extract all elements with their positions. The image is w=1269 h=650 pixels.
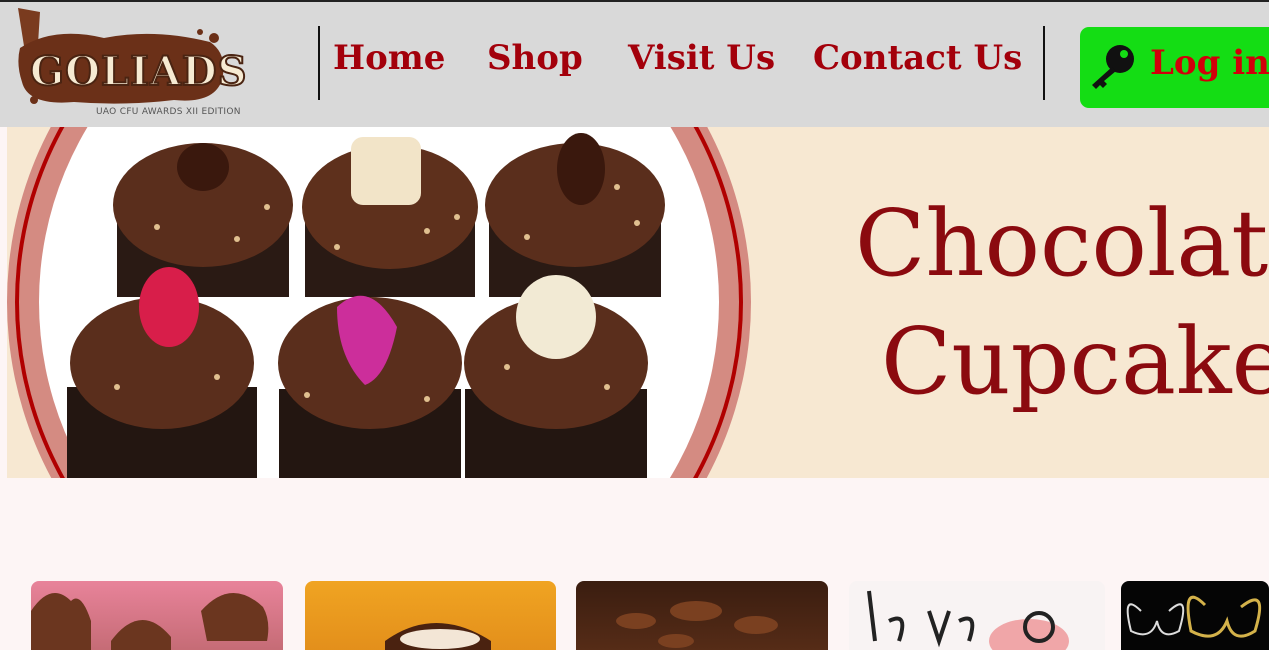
logo[interactable]: GOLIADS UAO CFU AWARDS XII EDITION — [14, 8, 247, 124]
product-card-2[interactable] — [305, 581, 556, 650]
nav-divider-left — [318, 26, 320, 100]
nav-divider-right — [1043, 26, 1045, 100]
hero-title: Chocolate Cupcakes — [855, 185, 1269, 421]
login-label: Log in — [1150, 43, 1269, 83]
product-image-2 — [385, 623, 491, 650]
site-header: GOLIADS UAO CFU AWARDS XII EDITION Home … — [0, 0, 1269, 127]
nav-home[interactable]: Home — [333, 38, 445, 78]
hero-title-line2: Cupcakes — [881, 308, 1269, 415]
logo-subtitle: UAO CFU AWARDS XII EDITION — [96, 107, 241, 117]
product-card-4[interactable] — [849, 581, 1105, 650]
nav-contact-us[interactable]: Contact Us — [813, 38, 1022, 78]
product-card-5[interactable] — [1121, 581, 1269, 650]
key-icon — [1086, 41, 1138, 95]
hero-title-line1: Chocolate — [855, 190, 1269, 297]
logo-wordmark: GOLIADS — [29, 47, 248, 96]
cupcakes-image — [7, 127, 751, 478]
product-card-3[interactable] — [576, 581, 828, 650]
nav-visit-us[interactable]: Visit Us — [628, 38, 775, 78]
product-image-1 — [31, 592, 269, 650]
product-image-3 — [616, 601, 778, 648]
product-image-5 — [1126, 595, 1262, 638]
login-button[interactable]: Log in — [1080, 27, 1269, 108]
nav-shop[interactable]: Shop — [487, 38, 583, 78]
product-image-4 — [867, 590, 1069, 650]
product-card-1[interactable] — [31, 581, 283, 650]
hero-banner: Chocolate Cupcakes — [7, 127, 1269, 478]
